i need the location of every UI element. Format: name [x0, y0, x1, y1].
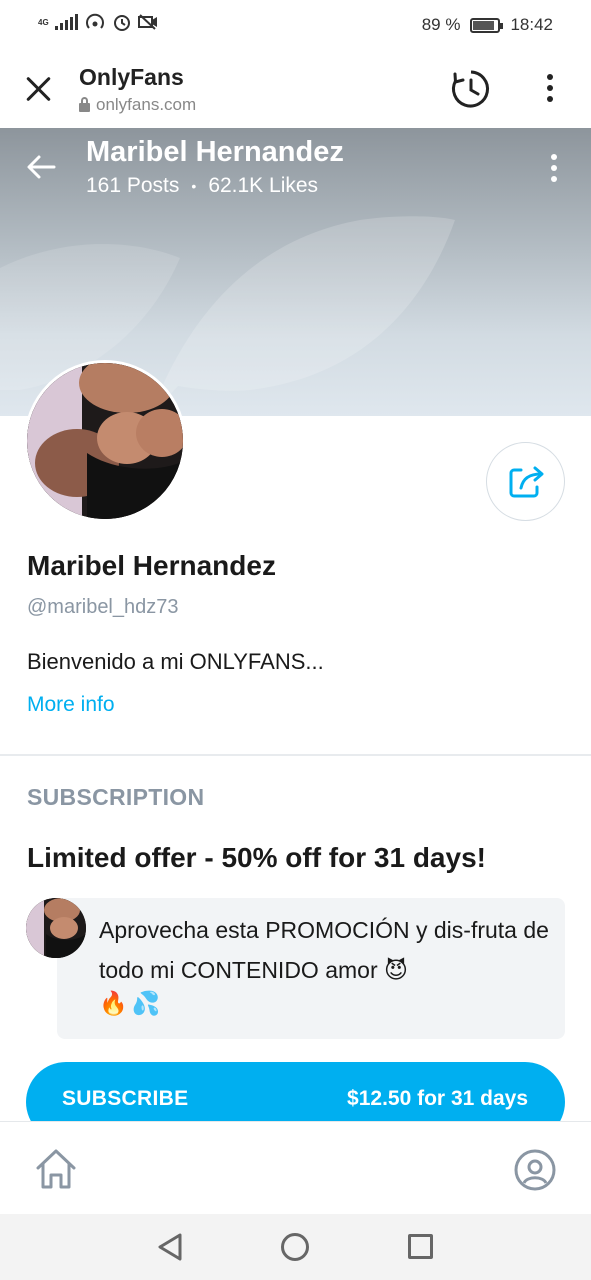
- offer-title: Limited offer - 50% off for 31 days!: [27, 842, 486, 873]
- status-bar: 4G 89 % 18:42: [0, 0, 591, 50]
- system-home-icon[interactable]: [281, 1233, 309, 1261]
- share-icon: [509, 466, 544, 498]
- subscribe-label: SUBSCRIBE: [62, 1087, 189, 1110]
- status-left: 4G: [38, 12, 158, 32]
- likes-count: 62.1K Likes: [208, 174, 319, 197]
- video-off-icon: [137, 14, 157, 30]
- more-vertical-icon[interactable]: [550, 154, 558, 184]
- profile-bio: Bienvenido a mi ONLYFANS...: [27, 649, 324, 674]
- status-right: 89 % 18:42: [422, 15, 553, 35]
- battery-percent: 89 %: [421, 15, 461, 34]
- header-title: Maribel Hernandez: [86, 136, 344, 168]
- system-back-icon[interactable]: [156, 1232, 184, 1262]
- stats-separator: •: [191, 178, 197, 194]
- profile-icon[interactable]: [513, 1148, 557, 1192]
- alarm-icon: [113, 15, 130, 31]
- history-icon[interactable]: [450, 68, 492, 110]
- posts-count: 161 Posts: [86, 174, 180, 197]
- back-arrow-icon[interactable]: [24, 150, 58, 184]
- battery-icon: [470, 17, 504, 33]
- battery-fill: [473, 20, 495, 30]
- bottom-navigation: [0, 1121, 591, 1214]
- share-button[interactable]: [486, 442, 565, 521]
- fire-emoji: 🔥: [99, 990, 128, 1016]
- system-recents-icon[interactable]: [408, 1234, 433, 1259]
- more-vertical-icon[interactable]: [546, 74, 554, 104]
- more-info-link[interactable]: More info: [27, 693, 115, 717]
- clock: 18:42: [510, 15, 553, 34]
- signal-icon: [54, 14, 78, 30]
- avatar-image: [27, 363, 183, 519]
- browser-toolbar: OnlyFans onlyfans.com: [0, 50, 591, 128]
- subscription-heading: SUBSCRIPTION: [27, 784, 205, 810]
- wifi-hotspot-icon: [85, 13, 104, 29]
- subscribe-price: $12.50 for 31 days: [347, 1087, 528, 1110]
- lock-icon: [79, 96, 90, 112]
- droplets-emoji: 💦: [131, 990, 161, 1016]
- site-url-text: onlyfans.com: [96, 95, 197, 114]
- section-divider: [0, 754, 591, 756]
- devil-emoji: 😈: [384, 957, 408, 983]
- header-stats: 161 Posts • 62.1K Likes: [86, 174, 318, 198]
- close-icon[interactable]: [24, 74, 54, 104]
- home-icon[interactable]: [32, 1146, 80, 1192]
- message-avatar: [26, 898, 86, 958]
- promo-emojis: 🔥 💦: [99, 990, 160, 1017]
- message-avatar-image: [26, 898, 86, 958]
- promo-message: Aprovecha esta PROMOCIÓN y dis-fruta de …: [99, 910, 549, 990]
- site-url[interactable]: onlyfans.com: [79, 95, 196, 115]
- avatar[interactable]: [24, 360, 186, 522]
- promo-message-text: Aprovecha esta PROMOCIÓN y dis-fruta de …: [99, 917, 549, 983]
- site-title: OnlyFans: [79, 64, 184, 90]
- network-type: 4G: [38, 17, 49, 27]
- profile-handle: @maribel_hdz73: [27, 596, 179, 618]
- system-navigation: [0, 1214, 591, 1280]
- profile-name: Maribel Hernandez: [27, 550, 276, 581]
